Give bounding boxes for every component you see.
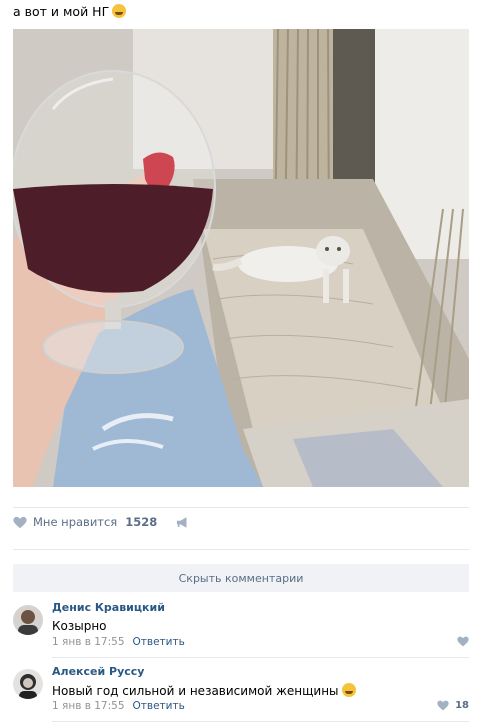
comment-author[interactable]: Алексей Руссу (52, 665, 144, 678)
divider (13, 549, 469, 550)
like-count[interactable]: 1528 (125, 515, 157, 529)
avatar[interactable] (13, 605, 43, 635)
comment-like-button[interactable] (457, 636, 469, 647)
comment-author[interactable]: Денис Кравицкий (52, 601, 165, 614)
comment-text-body: Новый год сильной и независимой женщины (52, 684, 339, 698)
hide-comments-button[interactable]: Скрыть комментарии (13, 564, 469, 592)
reply-button[interactable]: Ответить (133, 636, 185, 648)
reply-button[interactable]: Ответить (133, 700, 185, 712)
heart-icon (437, 700, 449, 711)
comment-text: Козырно (52, 619, 107, 633)
divider (52, 721, 469, 722)
avatar-image (13, 605, 43, 635)
avatar[interactable] (13, 669, 43, 699)
comment-item: Денис Кравицкий Козырно 1 янв в 17:55 Отв… (13, 601, 469, 651)
comment-text: Новый год сильной и независимой женщины (52, 683, 356, 698)
post-photo[interactable] (13, 29, 469, 487)
heart-icon (457, 636, 469, 647)
divider (13, 507, 469, 508)
photo-illustration (13, 29, 469, 487)
comment-meta: 1 янв в 17:55 Ответить (52, 700, 185, 712)
comment-date[interactable]: 1 янв в 17:55 (52, 636, 125, 648)
comment-like-count: 18 (455, 700, 469, 711)
divider (52, 657, 469, 658)
comment-meta: 1 янв в 17:55 Ответить (52, 636, 185, 648)
smile-emoji-icon (341, 683, 356, 697)
comment-item: Алексей Руссу Новый год сильной и незави… (13, 665, 469, 715)
laughing-emoji-icon (112, 4, 127, 18)
post-actions: Мне нравится 1528 (13, 512, 190, 532)
comment-date[interactable]: 1 янв в 17:55 (52, 700, 125, 712)
comment-like-button[interactable]: 18 (437, 700, 469, 711)
like-label[interactable]: Мне нравится (33, 515, 117, 529)
heart-icon[interactable] (13, 516, 27, 529)
avatar-image (13, 669, 43, 699)
megaphone-share-icon[interactable] (176, 516, 190, 529)
post-caption: а вот и мой НГ (13, 4, 110, 19)
hide-comments-label: Скрыть комментарии (178, 571, 304, 585)
post-text: а вот и мой НГ (13, 4, 127, 19)
